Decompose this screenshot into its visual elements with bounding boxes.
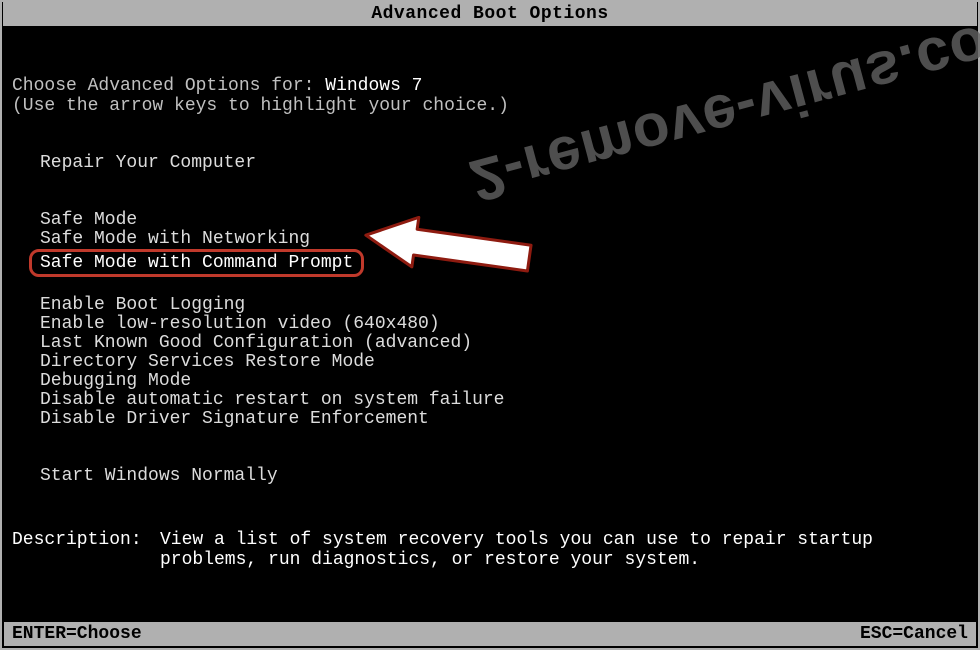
- menu-item-start-normally[interactable]: Start Windows Normally: [40, 467, 278, 486]
- boot-menu[interactable]: Repair Your Computer Safe Mode Safe Mode…: [40, 154, 968, 486]
- boot-options-screen: Advanced Boot Options Choose Advanced Op…: [0, 0, 980, 650]
- menu-item-dsrm[interactable]: Directory Services Restore Mode: [40, 353, 375, 372]
- menu-item-disable-auto-restart[interactable]: Disable automatic restart on system fail…: [40, 391, 504, 410]
- description-label: Description:: [12, 530, 160, 570]
- menu-item-disable-sig-enf[interactable]: Disable Driver Signature Enforcement: [40, 410, 429, 429]
- selected-highlight: Safe Mode with Command Prompt: [29, 249, 364, 277]
- menu-item-safe-mode-cmd[interactable]: Safe Mode with Command Prompt: [40, 254, 353, 273]
- arrow-keys-hint: (Use the arrow keys to highlight your ch…: [12, 96, 968, 116]
- os-name: Windows 7: [325, 76, 422, 96]
- description-text: View a list of system recovery tools you…: [160, 530, 968, 570]
- menu-item-repair[interactable]: Repair Your Computer: [40, 154, 256, 173]
- footer-enter: ENTER=Choose: [12, 622, 142, 646]
- menu-item-safe-mode-net[interactable]: Safe Mode with Networking: [40, 230, 310, 249]
- choose-options-prefix: Choose Advanced Options for:: [12, 76, 325, 96]
- window-title: Advanced Boot Options: [3, 2, 977, 26]
- description-block: Description: View a list of system recov…: [12, 530, 968, 570]
- choose-options-line: Choose Advanced Options for: Windows 7: [12, 76, 968, 96]
- footer-bar: ENTER=Choose ESC=Cancel: [4, 622, 976, 646]
- menu-item-boot-logging[interactable]: Enable Boot Logging: [40, 296, 245, 315]
- footer-esc: ESC=Cancel: [860, 622, 968, 646]
- menu-item-safe-mode[interactable]: Safe Mode: [40, 211, 137, 230]
- menu-item-low-res[interactable]: Enable low-resolution video (640x480): [40, 315, 440, 334]
- menu-item-last-known-good[interactable]: Last Known Good Configuration (advanced): [40, 334, 472, 353]
- menu-item-debug[interactable]: Debugging Mode: [40, 372, 191, 391]
